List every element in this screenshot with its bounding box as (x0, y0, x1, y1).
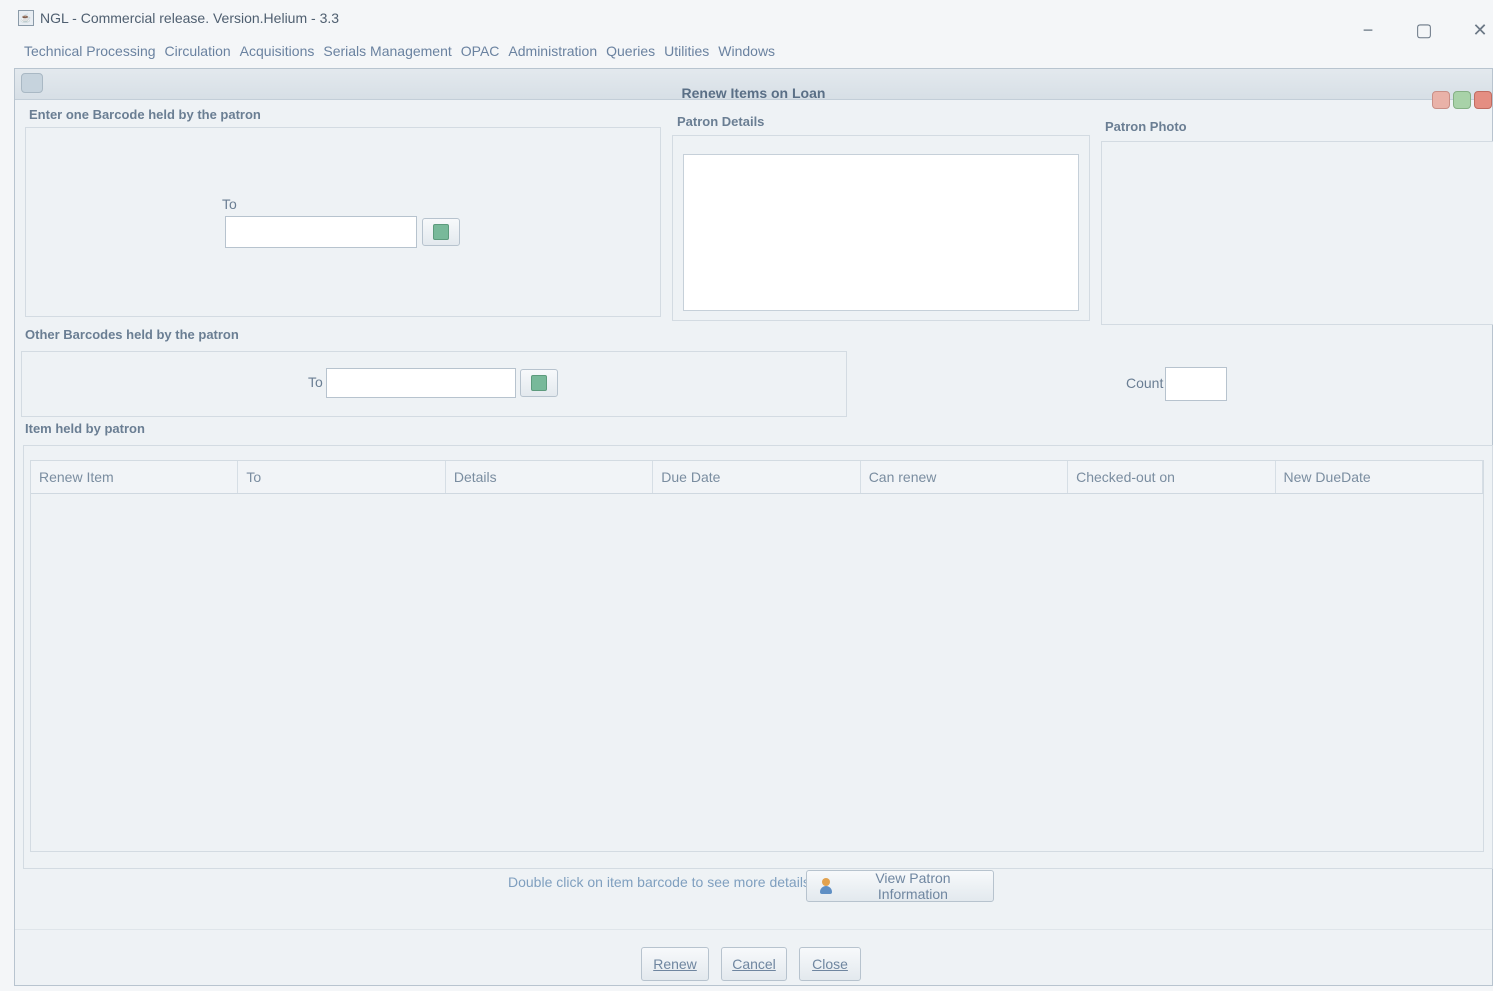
window-controls: − ▢ ✕ (1355, 20, 1493, 41)
menu-windows[interactable]: Windows (718, 43, 775, 59)
to-label-2: To (308, 374, 323, 390)
other-barcodes-panel: To (21, 351, 847, 417)
to-label-1: To (222, 196, 237, 212)
patron-details-label: Patron Details (677, 114, 765, 129)
app-title-bar: ☕ NGL - Commercial release. Version.Heli… (18, 10, 339, 26)
close-button[interactable]: Close (799, 947, 861, 981)
close-window-icon[interactable]: ✕ (1467, 20, 1493, 41)
table-header: Renew Item To Details Due Date Can renew… (31, 461, 1483, 494)
other-barcode-input[interactable] (326, 368, 516, 398)
cancel-button[interactable]: Cancel (721, 947, 787, 981)
view-patron-info-label: View Patron Information (875, 870, 951, 902)
count-label: Count (1126, 375, 1164, 391)
column-to[interactable]: To (238, 461, 446, 493)
enter-barcode-label: Enter one Barcode held by the patron (29, 107, 261, 122)
go-icon (433, 224, 449, 240)
patron-photo-panel (1101, 141, 1493, 325)
column-new-due-date[interactable]: New DueDate (1276, 461, 1483, 493)
count-field[interactable] (1165, 367, 1227, 401)
items-held-label: Item held by patron (25, 421, 145, 436)
column-can-renew[interactable]: Can renew (861, 461, 1069, 493)
go-icon (531, 375, 547, 391)
column-checked-out-on[interactable]: Checked-out on (1068, 461, 1276, 493)
items-table[interactable]: Renew Item To Details Due Date Can renew… (30, 460, 1484, 852)
footer-divider (15, 929, 1492, 930)
menu-circulation[interactable]: Circulation (165, 43, 231, 59)
menu-acquisitions[interactable]: Acquisitions (240, 43, 315, 59)
menu-administration[interactable]: Administration (508, 43, 597, 59)
column-renew-item[interactable]: Renew Item (31, 461, 239, 493)
menu-serials-management[interactable]: Serials Management (323, 43, 451, 59)
view-patron-info-button[interactable]: View Patron Information (806, 870, 994, 902)
barcode-input[interactable] (225, 216, 417, 248)
patron-photo-label: Patron Photo (1105, 119, 1187, 134)
other-barcodes-label: Other Barcodes held by the patron (25, 327, 239, 342)
menu-bar: Technical Processing Circulation Acquisi… (24, 43, 775, 59)
frame-title: Renew Items on Loan (681, 85, 826, 101)
column-due-date[interactable]: Due Date (653, 461, 861, 493)
renew-button[interactable]: Renew (641, 947, 709, 981)
maximize-icon[interactable]: ▢ (1411, 20, 1437, 41)
java-app-icon: ☕ (18, 10, 34, 26)
menu-queries[interactable]: Queries (606, 43, 655, 59)
barcode-go-button[interactable] (422, 218, 460, 246)
minimize-icon[interactable]: − (1355, 20, 1381, 41)
other-barcode-go-button[interactable] (520, 369, 558, 397)
menu-utilities[interactable]: Utilities (664, 43, 709, 59)
menu-opac[interactable]: OPAC (461, 43, 500, 59)
menu-technical-processing[interactable]: Technical Processing (24, 43, 156, 59)
person-icon (819, 878, 833, 894)
enter-barcode-panel: To (25, 127, 661, 317)
patron-details-box (683, 154, 1079, 311)
double-click-hint: Double click on item barcode to see more… (508, 874, 810, 890)
app-title: NGL - Commercial release. Version.Helium… (40, 10, 340, 26)
column-details[interactable]: Details (446, 461, 654, 493)
